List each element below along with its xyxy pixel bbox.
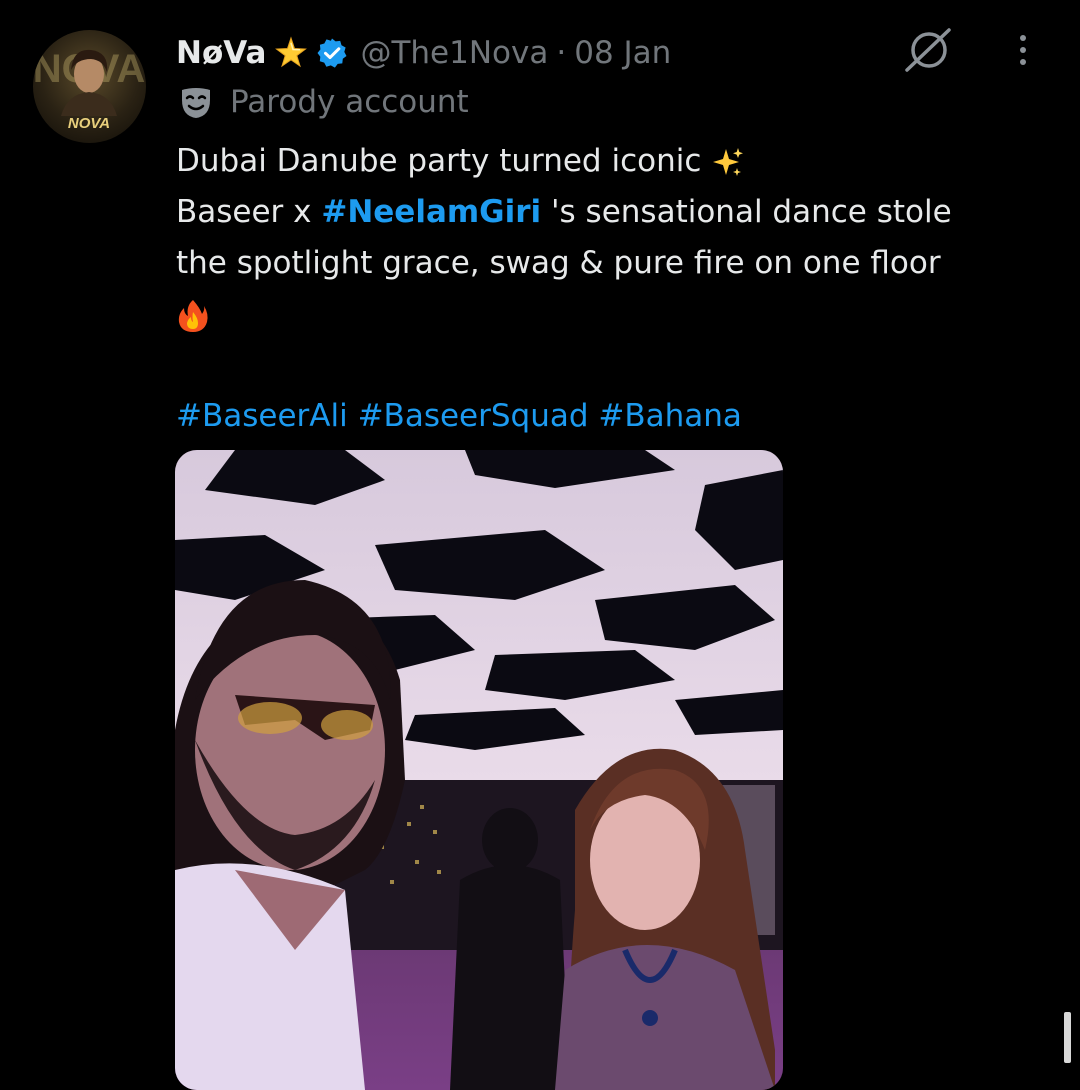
tweet-line-4 <box>176 289 1056 340</box>
scrollbar-thumb[interactable] <box>1064 1012 1071 1063</box>
grok-icon[interactable] <box>903 26 955 74</box>
video-frame-image <box>175 450 783 1090</box>
avatar-logo-text: NOVA <box>68 115 110 132</box>
hashtag-link[interactable]: #Bahana <box>598 398 742 434</box>
user-handle[interactable]: @The1Nova <box>360 35 548 71</box>
tweet-line-2-suffix: 's sensational dance stole <box>541 194 952 230</box>
tweet-line-1: Dubai Danube party turned iconic <box>176 136 1056 187</box>
display-name[interactable]: NøVa <box>176 35 266 71</box>
tweet-line-2-prefix: Baseer x <box>176 194 322 230</box>
tweet[interactable]: NOVA NOVA NøVa @The1Nova · 08 Jan <box>0 0 1080 1090</box>
tweet-line-3: the spotlight grace, swag & pure fire on… <box>176 238 1056 289</box>
hashtag-link[interactable]: #BaseerSquad <box>358 398 589 434</box>
fire-icon <box>176 298 210 334</box>
theater-mask-icon <box>178 84 214 120</box>
hashtags-line: #BaseerAli #BaseerSquad #Bahana <box>176 391 1056 442</box>
tweet-date[interactable]: 08 Jan <box>574 35 671 71</box>
more-vertical-icon[interactable] <box>1006 28 1040 72</box>
tweet-line-3-text: the spotlight grace, swag & pure fire on… <box>176 245 941 281</box>
tweet-header: NøVa @The1Nova · 08 Jan <box>176 30 671 76</box>
video-thumbnail[interactable] <box>175 450 783 1090</box>
hashtag-link[interactable]: #BaseerAli <box>176 398 348 434</box>
separator-dot: · <box>556 35 567 71</box>
tweet-line-2: Baseer x #NeelamGiri 's sensational danc… <box>176 187 1056 238</box>
parody-label: Parody account <box>178 80 469 124</box>
sparkles-icon <box>711 146 745 180</box>
tweet-text: Dubai Danube party turned iconic Baseer … <box>176 136 1056 442</box>
tweet-line-1-text: Dubai Danube party turned iconic <box>176 143 702 179</box>
star-icon <box>274 36 308 70</box>
hashtag-link[interactable]: #NeelamGiri <box>321 194 541 230</box>
verified-badge-icon[interactable] <box>316 37 348 69</box>
parody-label-text: Parody account <box>230 84 469 120</box>
avatar-image: NOVA NOVA <box>33 47 145 132</box>
avatar[interactable]: NOVA NOVA <box>33 30 146 143</box>
